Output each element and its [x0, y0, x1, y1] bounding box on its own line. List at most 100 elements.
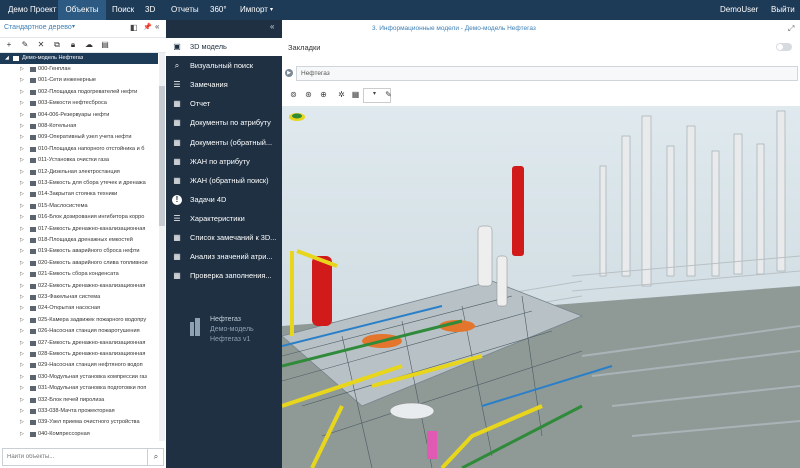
menu-item[interactable]: ▦ Список замечаний к 3D...	[166, 229, 282, 247]
user-name[interactable]: DemoUser	[720, 0, 758, 20]
chevron-down-icon[interactable]: ▾	[270, 0, 278, 20]
add-icon[interactable]: +	[4, 39, 14, 50]
tree-item[interactable]: ▷ 004-006-Резервуары нефти	[0, 110, 158, 121]
tree-item[interactable]: ▷ 031-Модульная установка подготовки поп	[0, 383, 158, 394]
nav-360[interactable]: 360°	[210, 0, 230, 20]
expand-arrow-icon[interactable]: ▷	[20, 235, 24, 246]
menu-item[interactable]: ▦ Документы (обратный...	[166, 134, 282, 152]
expand-icon[interactable]: ⤢	[788, 24, 794, 34]
expand-arrow-icon[interactable]: ▷	[20, 258, 24, 269]
expand-arrow-icon[interactable]: ▷	[20, 167, 24, 178]
tree-item[interactable]: ▷ 021-Емкость сбора конденсата	[0, 269, 158, 280]
tree-item[interactable]: ▷ 032-Блок печей пиролиза	[0, 395, 158, 406]
camera-reset-icon[interactable]: ⊚	[287, 88, 300, 101]
collapse-left-icon[interactable]: «	[155, 22, 159, 31]
tree-item[interactable]: ▷ 025-Камера задвижек пожарного водопру	[0, 315, 158, 326]
3d-viewport[interactable]	[282, 106, 800, 468]
tree-item[interactable]: ▷ 023-Факельная система	[0, 292, 158, 303]
tree-root[interactable]: ◢ Демо-модель Нефтегаз	[0, 53, 158, 64]
expand-arrow-icon[interactable]: ▷	[20, 178, 24, 189]
tree-item[interactable]: ▷ 013-Емкость для сбора утечек и дренажа	[0, 178, 158, 189]
lock-icon[interactable]: 🔒︎	[68, 39, 78, 50]
menu-item[interactable]: ▦ Документы по атрибуту	[166, 114, 282, 132]
tree-item[interactable]: ▷ 014-Закрытая стоянка техники	[0, 189, 158, 200]
tree-item[interactable]: ▷ 016-Блок дозирования ингибитора корро	[0, 212, 158, 223]
tree-item[interactable]: ▷ 011-Установка очистки газа	[0, 155, 158, 166]
delete-icon[interactable]: ✕	[36, 39, 46, 50]
menu-item[interactable]: ☰ Замечания	[166, 76, 282, 94]
edit-icon[interactable]: ✎	[20, 39, 30, 50]
tree-item[interactable]: ▷ 029-Насосная станция нефтяного водоп	[0, 360, 158, 371]
chevron-down-icon[interactable]: ▾	[72, 23, 75, 30]
expand-arrow-icon[interactable]: ▷	[20, 395, 24, 406]
breadcrumb[interactable]: 3. Информационные модели - Демо-модель Н…	[372, 25, 536, 32]
expand-arrow-icon[interactable]: ▷	[20, 155, 24, 166]
search-icon[interactable]: ⌕	[147, 449, 164, 465]
menu-item[interactable]: ! Задачи 4D	[166, 191, 282, 209]
tree-item[interactable]: ▷ 012-Дизельная электростанция	[0, 167, 158, 178]
tree-item[interactable]: ▷ 003-Емкости нефтесброса	[0, 98, 158, 109]
nav-objects[interactable]: Объекты	[58, 0, 106, 20]
tree-item[interactable]: ▷ 033-038-Мачта прожекторная	[0, 406, 158, 417]
nav-import[interactable]: Импорт	[240, 0, 274, 20]
expand-arrow-icon[interactable]: ▷	[20, 189, 24, 200]
expand-arrow-icon[interactable]: ▷	[20, 417, 24, 428]
expand-arrow-icon[interactable]: ▷	[20, 144, 24, 155]
tree-item[interactable]: ▷ 041-Печь газового отопления	[0, 440, 158, 441]
expand-arrow-icon[interactable]: ▷	[20, 64, 24, 75]
menu-item[interactable]: ▦ ЖАН (обратный поиск)	[166, 172, 282, 190]
expand-arrow-icon[interactable]: ▷	[20, 372, 24, 383]
expand-arrow-icon[interactable]: ▷	[20, 349, 24, 360]
tree-item[interactable]: ▷ 001-Сети инженерные	[0, 75, 158, 86]
expand-arrow-icon[interactable]: ▷	[20, 315, 24, 326]
view-cube-icon[interactable]	[288, 112, 306, 122]
tree-item[interactable]: ▷ 008-Котельная	[0, 121, 158, 132]
expand-arrow-icon[interactable]: ▷	[20, 212, 24, 223]
expand-arrow-icon[interactable]: ◢	[5, 53, 9, 64]
tree-item[interactable]: ▷ 020-Емкость аварийного слива топливнои	[0, 258, 158, 269]
tree-name[interactable]: Стандартное дерево	[4, 24, 72, 31]
chevron-down-icon[interactable]: ▾	[368, 88, 381, 101]
search-input[interactable]	[5, 450, 147, 464]
tree-item[interactable]: ▷ 039-Узел приема очистного устройства	[0, 417, 158, 428]
expand-arrow-icon[interactable]: ▷	[20, 406, 24, 417]
expand-arrow-icon[interactable]: ▷	[20, 360, 24, 371]
expand-arrow-icon[interactable]: ▷	[20, 383, 24, 394]
tree-item[interactable]: ▷ 024-Открытая насосная	[0, 303, 158, 314]
expand-arrow-icon[interactable]: ▷	[20, 201, 24, 212]
expand-arrow-icon[interactable]: ▷	[20, 338, 24, 349]
menu-item[interactable]: ▦ ЖАН по атрибуту	[166, 153, 282, 171]
expand-arrow-icon[interactable]: ▷	[20, 269, 24, 280]
expand-arrow-icon[interactable]: ▷	[20, 98, 24, 109]
expand-arrow-icon[interactable]: ▷	[20, 121, 24, 132]
menu-item[interactable]: ▦ Проверка заполнения...	[166, 267, 282, 285]
expand-arrow-icon[interactable]: ▷	[20, 132, 24, 143]
nav-search[interactable]: Поиск	[112, 0, 138, 20]
logout-button[interactable]: Выйти	[771, 0, 797, 20]
tree-item[interactable]: ▷ 019-Емкость аварийного сброса нефти	[0, 246, 158, 257]
tree-item[interactable]: ▷ 015-Маслосистема	[0, 201, 158, 212]
tree-item[interactable]: ▷ 018-Площадка дренажных емкостей	[0, 235, 158, 246]
expand-arrow-icon[interactable]: ▷	[20, 429, 24, 440]
nav-3d[interactable]: 3D	[145, 0, 159, 20]
expand-arrow-icon[interactable]: ▷	[20, 75, 24, 86]
tree-selector[interactable]: Стандартное дерево ▾ ◧ 📌 «	[0, 20, 166, 38]
cloud-upload-icon[interactable]: ☁	[84, 39, 94, 50]
panel-layout-icon[interactable]: ◧	[130, 23, 138, 32]
nav-reports[interactable]: Отчеты	[171, 0, 201, 20]
menu-item[interactable]: ☰ Характеристики	[166, 210, 282, 228]
menu-item[interactable]: ▣ 3D модель	[166, 38, 282, 56]
expand-arrow-icon[interactable]: ▷	[20, 303, 24, 314]
expand-arrow-icon[interactable]: ▷	[20, 292, 24, 303]
tree-item[interactable]: ▷ 027-Емкость дренажно-канализационная	[0, 338, 158, 349]
tree-item[interactable]: ▷ 017-Емкость дренажно-канализационная	[0, 224, 158, 235]
tree-item[interactable]: ▷ 009-Оперативный узел учета нефти	[0, 132, 158, 143]
tree-item[interactable]: ▷ 026-Насосная станция пожаротушения	[0, 326, 158, 337]
tree-scrollbar-thumb[interactable]	[159, 86, 165, 226]
tree-item[interactable]: ▷ 022-Емкость дренажно-канализационная	[0, 281, 158, 292]
expand-arrow-icon[interactable]: ▷	[20, 281, 24, 292]
settings-icon[interactable]: ✲	[335, 88, 348, 101]
tree-item[interactable]: ▷ 040-Компрессорная	[0, 429, 158, 440]
expand-arrow-icon[interactable]: ▷	[20, 246, 24, 257]
tree-item[interactable]: ▷ 010-Площадка напорного отстойника и б	[0, 144, 158, 155]
